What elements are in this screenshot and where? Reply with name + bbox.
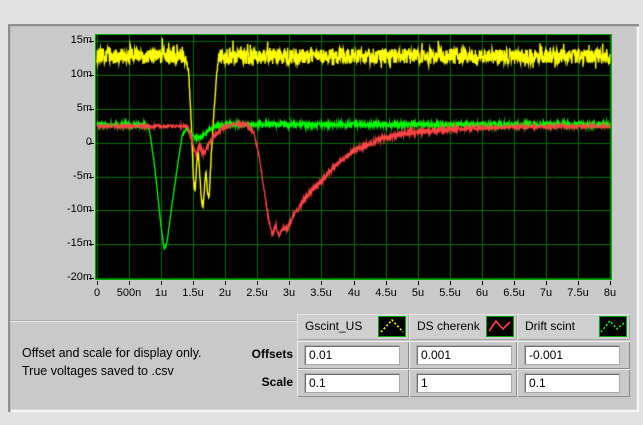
legend-label: Gscint_US [305,314,362,339]
red-waveform-icon[interactable] [486,316,514,337]
offset-cell [409,341,517,369]
y-tick-mark [89,109,94,110]
y-tick-label: 15m [52,34,92,46]
display-note-line1: Offset and scale for display only. [22,344,202,362]
plot-legend: Gscint_US DS cherenk Drift scint [297,314,630,340]
legend-item-drift-scint[interactable]: Drift scint [517,314,630,340]
display-note-line2: True voltages saved to .csv [22,362,202,380]
y-tick-label: -20m [52,271,92,283]
x-tick-mark [161,281,162,285]
offset-input-ds-cherenk[interactable] [417,346,511,364]
legend-label: Drift scint [525,314,575,339]
y-tick-label: 5m [52,102,92,114]
display-note: Offset and scale for display only. True … [22,344,202,380]
scale-row [297,369,630,397]
scale-input-ds-cherenk[interactable] [417,374,511,392]
scale-cell [517,369,630,397]
scale-input-gscint-us[interactable] [305,374,399,392]
y-tick-mark [89,244,94,245]
offsets-row-label: Offsets [208,346,293,362]
y-tick-mark [89,210,94,211]
green-waveform-icon[interactable] [599,316,627,337]
y-tick-label: 10m [52,68,92,80]
x-tick-mark [193,281,194,285]
waveform-graph-plot-area [95,34,612,280]
offset-input-gscint-us[interactable] [305,346,399,364]
x-tick-mark [450,281,451,285]
x-tick-mark [129,281,130,285]
x-tick-mark [225,281,226,285]
y-tick-label: -10m [52,203,92,215]
front-panel: 15m10m5m0-5m-10m-15m-20m 0500n1u1.5u2u2.… [8,24,639,412]
scale-input-drift-scint[interactable] [525,374,619,392]
x-tick-mark [386,281,387,285]
y-tick-mark [89,41,94,42]
legend-item-gscint-us[interactable]: Gscint_US [297,314,409,340]
x-tick-mark [418,281,419,285]
x-tick-mark [97,281,98,285]
offset-cell [297,341,409,369]
y-tick-label: 0 [52,136,92,148]
y-tick-mark [89,143,94,144]
x-tick-mark [321,281,322,285]
y-tick-mark [89,75,94,76]
scale-cell [409,369,517,397]
y-tick-mark [89,278,94,279]
x-tick-mark [257,281,258,285]
yellow-waveform-icon[interactable] [378,316,406,337]
y-tick-label: -5m [52,170,92,182]
x-tick-mark [578,281,579,285]
offset-input-drift-scint[interactable] [525,346,619,364]
x-tick-mark [354,281,355,285]
y-tick-label: -15m [52,237,92,249]
x-tick-mark [514,281,515,285]
offset-cell [517,341,630,369]
scale-cell [297,369,409,397]
panel-divider [10,320,297,322]
legend-label: DS cherenk [417,314,480,339]
scale-row-label: Scale [208,374,293,390]
offsets-row [297,341,630,369]
x-tick-label: 8u [588,287,632,299]
y-tick-mark [89,177,94,178]
legend-item-ds-cherenk[interactable]: DS cherenk [409,314,517,340]
x-tick-mark [482,281,483,285]
x-tick-mark [546,281,547,285]
x-tick-mark [289,281,290,285]
x-tick-mark [610,281,611,285]
